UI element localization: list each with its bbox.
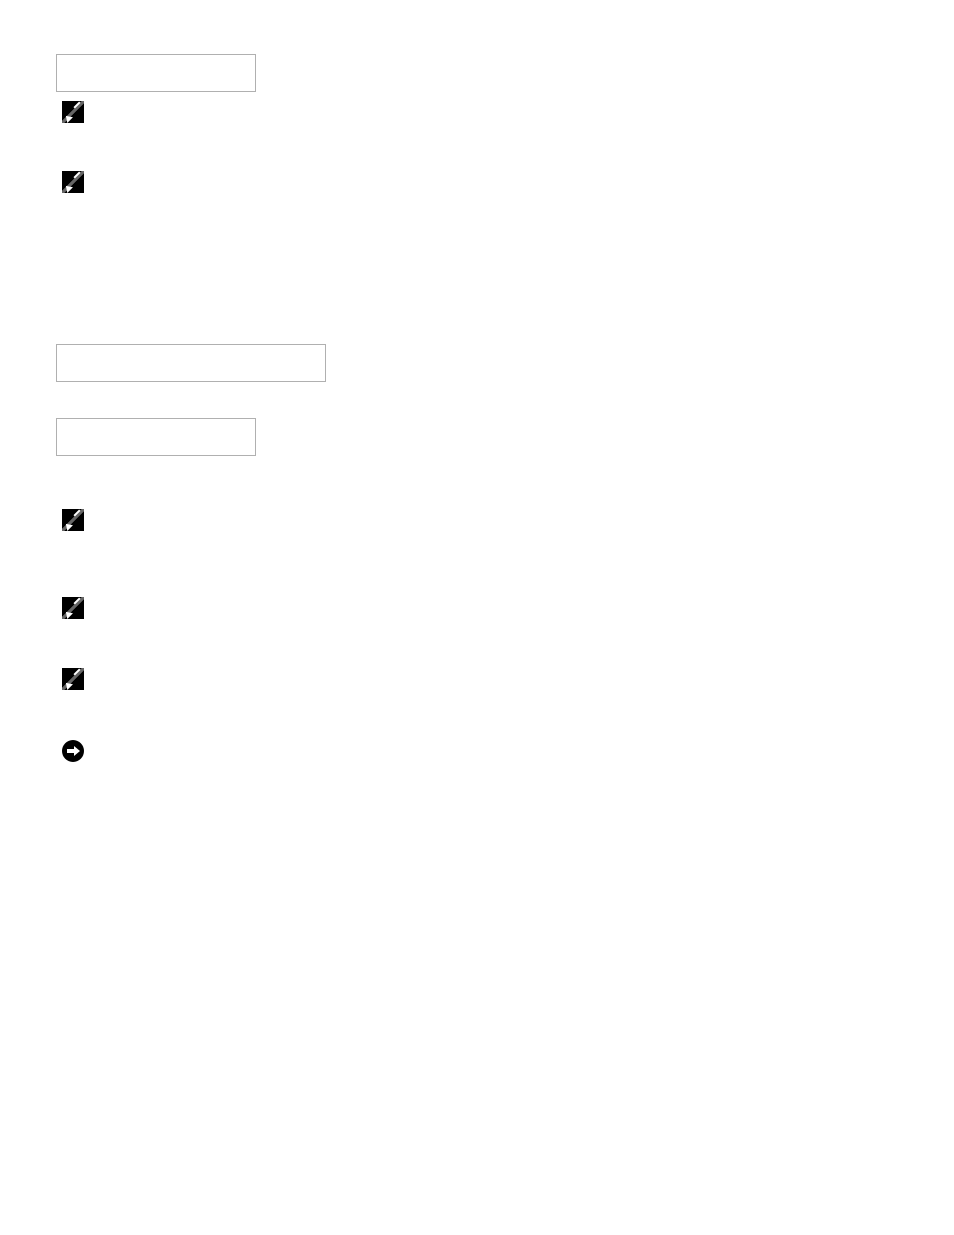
edit-pencil-icon[interactable] bbox=[62, 597, 84, 619]
text-input-2[interactable] bbox=[56, 344, 326, 382]
text-input-3[interactable] bbox=[56, 418, 256, 456]
edit-pencil-icon[interactable] bbox=[62, 101, 84, 123]
arrow-right-circle-icon[interactable] bbox=[62, 740, 84, 762]
edit-pencil-icon[interactable] bbox=[62, 509, 84, 531]
text-input-1[interactable] bbox=[56, 54, 256, 92]
edit-pencil-icon[interactable] bbox=[62, 668, 84, 690]
edit-pencil-icon[interactable] bbox=[62, 171, 84, 193]
